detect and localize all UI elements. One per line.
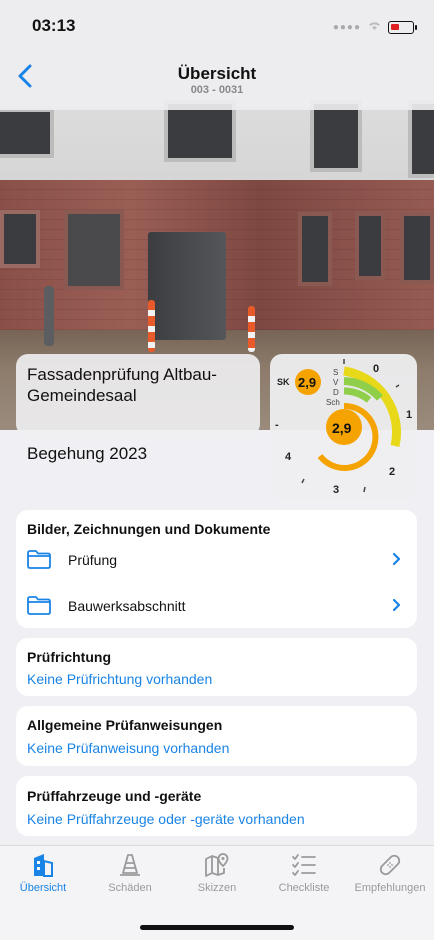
signal-icon: ●●●● xyxy=(332,21,361,33)
category-sch: Sch xyxy=(326,398,340,407)
category-v: V xyxy=(333,378,339,387)
documents-item-pruefung[interactable]: Prüfung xyxy=(16,540,417,580)
folder-icon xyxy=(26,548,52,575)
home-indicator xyxy=(140,925,294,930)
scale-label-3: 3 xyxy=(333,484,340,496)
tab-label: Checkliste xyxy=(278,882,330,894)
anweisungen-card: Allgemeine Prüfanweisungen Keine Prüfanw… xyxy=(16,706,417,766)
inspection-title: Fassadenprüfung Altbau-Gemeindesaal xyxy=(27,365,217,405)
chevron-right-icon xyxy=(392,598,401,617)
condition-gauge[interactable]: SK 2,9 2,9 S V D Sch 0 1 2 3 4 - xyxy=(270,354,417,500)
gauge-arc-green-inner xyxy=(343,387,372,403)
documents-item-bauwerksabschnitt[interactable]: Bauwerksabschnitt xyxy=(16,586,417,626)
scale-label-4: 4 xyxy=(285,451,292,463)
documents-title: Bilder, Zeichnungen und Dokumente xyxy=(27,521,271,537)
anweisungen-value[interactable]: Keine Prüfanweisung vorhanden xyxy=(27,740,229,756)
tab-label: Skizzen xyxy=(197,882,237,894)
gauge-main-value: 2,9 xyxy=(332,420,352,436)
bandage-icon xyxy=(379,854,401,876)
documents-item-label: Bauwerksabschnitt xyxy=(68,598,186,614)
category-s: S xyxy=(333,368,339,377)
fahrzeuge-value[interactable]: Keine Prüffahrzeuge oder -geräte vorhand… xyxy=(27,811,305,827)
scale-label-1: 1 xyxy=(406,409,413,421)
tab-label: Übersicht xyxy=(19,882,67,894)
tab-label: Empfehlungen xyxy=(354,882,426,894)
chevron-right-icon xyxy=(392,552,401,571)
map-pin-icon xyxy=(205,853,229,877)
wifi-icon xyxy=(367,18,382,36)
scale-label-0: 0 xyxy=(373,363,380,375)
tab-uebersicht[interactable]: Übersicht xyxy=(0,852,86,894)
anweisungen-title: Allgemeine Prüfanweisungen xyxy=(27,717,223,733)
sk-label: SK xyxy=(277,377,290,387)
building-icon xyxy=(34,854,53,877)
checklist-icon xyxy=(292,854,316,876)
folder-icon xyxy=(26,594,52,621)
inspection-subtitle: Begehung 2023 xyxy=(27,444,148,463)
battery-icon xyxy=(388,20,417,34)
tab-empfehlungen[interactable]: Empfehlungen xyxy=(347,852,433,894)
status-indicators: ●●●● xyxy=(332,18,417,36)
tab-checkliste[interactable]: Checkliste xyxy=(261,852,347,894)
sk-value: 2,9 xyxy=(298,375,317,390)
documents-card: Bilder, Zeichnungen und Dokumente Prüfun… xyxy=(16,510,417,628)
fahrzeuge-title: Prüffahrzeuge und -geräte xyxy=(27,788,202,804)
navigation-bar: 03:13 ●●●● Übersicht 003 - 0031 xyxy=(0,0,434,110)
tab-skizzen[interactable]: Skizzen xyxy=(174,852,260,894)
tab-schaeden[interactable]: Schäden xyxy=(87,852,173,894)
scale-label-dash: - xyxy=(275,419,279,431)
page-subtitle: 003 - 0031 xyxy=(190,84,244,96)
category-d: D xyxy=(333,388,339,397)
scale-label-2: 2 xyxy=(389,466,396,478)
documents-item-label: Prüfung xyxy=(68,552,118,568)
fahrzeuge-card: Prüffahrzeuge und -geräte Keine Prüffahr… xyxy=(16,776,417,836)
tab-label: Schäden xyxy=(108,882,152,894)
status-time: 03:13 xyxy=(32,16,76,35)
traffic-cone-icon xyxy=(120,854,140,876)
pruefrichtung-value[interactable]: Keine Prüfrichtung vorhanden xyxy=(27,671,212,687)
pruefrichtung-title: Prüfrichtung xyxy=(27,649,111,665)
pruefrichtung-card: Prüfrichtung Keine Prüfrichtung vorhande… xyxy=(16,638,417,696)
page-title: Übersicht xyxy=(177,64,257,83)
